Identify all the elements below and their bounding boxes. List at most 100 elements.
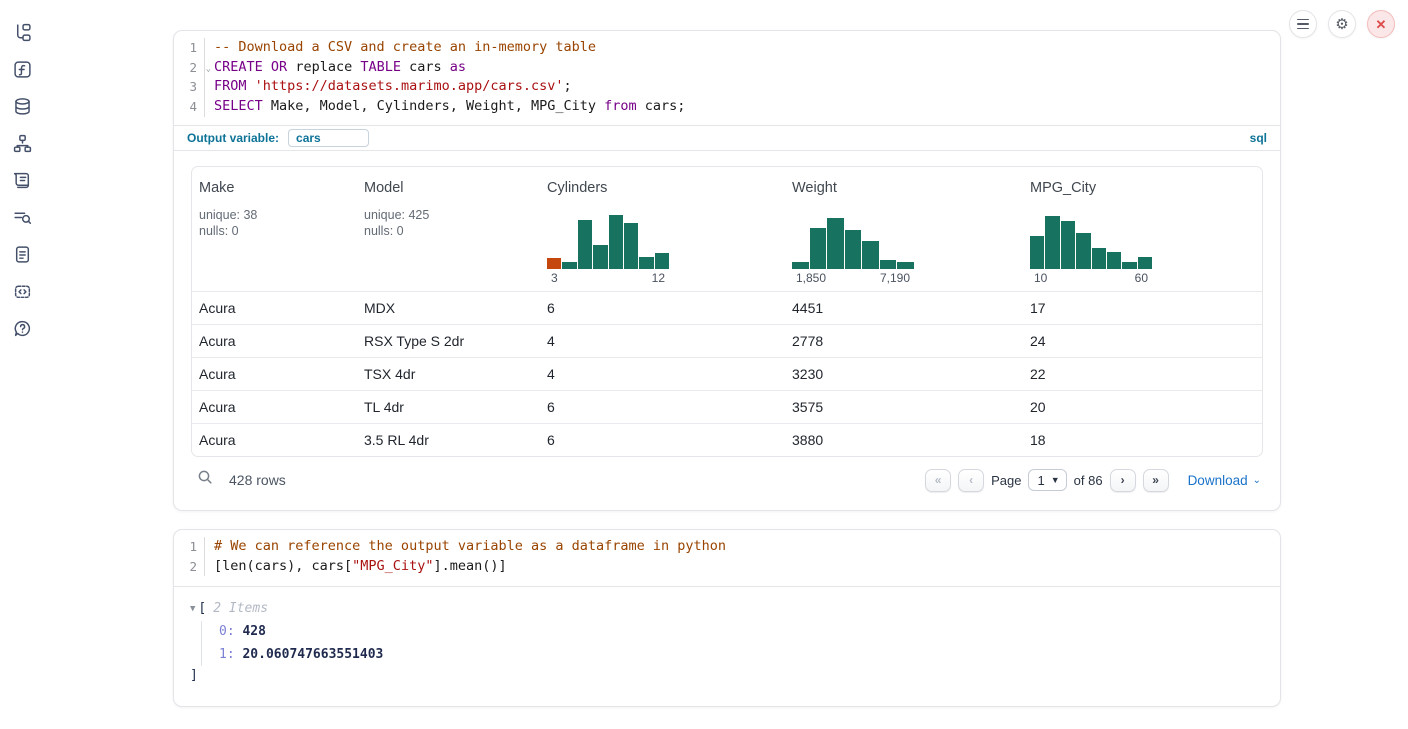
- table-body: AcuraMDX6445117AcuraRSX Type S 2dr427782…: [192, 291, 1262, 456]
- language-badge: sql: [1250, 131, 1267, 145]
- snippets-icon[interactable]: [12, 281, 32, 301]
- collapse-chevron-icon[interactable]: ▼: [190, 604, 195, 614]
- page-select-value: 1: [1037, 473, 1044, 488]
- column-header[interactable]: Makeunique: 38nulls: 0: [192, 178, 357, 291]
- fold-chevron-icon[interactable]: ⌄: [206, 60, 211, 80]
- search-icon[interactable]: [197, 469, 214, 491]
- table-cell: 20: [1023, 399, 1262, 415]
- menu-button[interactable]: [1289, 10, 1317, 38]
- code-line: 2[len(cars), cars["MPG_City"].mean()]: [174, 557, 1280, 577]
- function-icon[interactable]: [12, 59, 32, 79]
- tree-entry-key: 1: [219, 647, 227, 662]
- database-icon[interactable]: [12, 96, 32, 116]
- table-cell: 24: [1023, 333, 1262, 349]
- histogram-axis-labels: 1060: [1030, 269, 1152, 291]
- dependency-graph-icon[interactable]: [12, 133, 32, 153]
- table-cell: 17: [1023, 300, 1262, 316]
- chevron-down-icon: ▼: [1051, 475, 1060, 485]
- column-histogram[interactable]: 312: [547, 215, 669, 291]
- column-header[interactable]: Weight1,8507,190: [785, 178, 1023, 291]
- shutdown-button[interactable]: ✕: [1367, 10, 1395, 38]
- table-cell: Acura: [192, 366, 357, 382]
- token-plain: cars: [401, 59, 450, 75]
- download-button[interactable]: Download ⌄: [1188, 473, 1261, 488]
- data-table: Makeunique: 38nulls: 0Modelunique: 425nu…: [191, 166, 1263, 457]
- column-histogram[interactable]: 1060: [1030, 215, 1152, 291]
- python-code-editor[interactable]: 1# We can reference the output variable …: [174, 530, 1280, 587]
- histogram-bar: [655, 253, 669, 269]
- sql-code-editor[interactable]: 1 -- Download a CSV and create an in-memo…: [174, 31, 1280, 125]
- table-row[interactable]: AcuraTSX 4dr4323022: [192, 357, 1262, 390]
- tree-items-count: 2 Items: [213, 601, 268, 616]
- file-tree-icon[interactable]: [12, 22, 32, 42]
- column-header[interactable]: MPG_City 1060: [1023, 178, 1262, 291]
- tree-children: 0: 4281: 20.060747663551403: [201, 621, 1263, 666]
- output-variable-input[interactable]: [288, 129, 369, 147]
- documentation-icon[interactable]: [12, 244, 32, 264]
- table-cell: Acura: [192, 432, 357, 448]
- histogram-bars: [547, 215, 669, 269]
- line-number: 4: [174, 97, 205, 117]
- histogram-bar: [792, 262, 809, 269]
- token-plain: [263, 59, 271, 75]
- table-row[interactable]: AcuraMDX6445117: [192, 291, 1262, 324]
- code-text: [len(cars), cars["MPG_City"].mean()]: [205, 557, 507, 577]
- line-number: 2⌄: [174, 58, 205, 78]
- last-page-button[interactable]: »: [1143, 469, 1169, 492]
- column-header[interactable]: Modelunique: 425nulls: 0: [357, 178, 540, 291]
- table-row[interactable]: AcuraTL 4dr6357520: [192, 390, 1262, 423]
- left-sidebar: [0, 0, 44, 729]
- help-icon[interactable]: [12, 318, 32, 338]
- column-name: Make: [199, 178, 357, 196]
- tree-entry-colon: :: [227, 647, 243, 662]
- histogram-bar: [1122, 262, 1136, 269]
- column-name: MPG_City: [1030, 178, 1262, 196]
- tree-entry: 0: 428: [219, 621, 1263, 644]
- code-line: 4SELECT Make, Model, Cylinders, Weight, …: [174, 97, 1280, 117]
- stat-line: unique: 425: [364, 207, 540, 224]
- sql-cell: 1 -- Download a CSV and create an in-memo…: [173, 30, 1281, 511]
- token-plain: cars;: [637, 98, 686, 114]
- histogram-bar: [897, 262, 914, 269]
- code-line: 2⌄CREATE OR replace TABLE cars as: [174, 58, 1280, 78]
- table-cell: 6: [540, 300, 785, 316]
- code-line: 3FROM 'https://datasets.marimo.app/cars.…: [174, 77, 1280, 97]
- tree-entry-value: 20.060747663551403: [242, 647, 383, 662]
- first-page-button[interactable]: «: [925, 469, 951, 492]
- column-header[interactable]: Cylinders312: [540, 178, 785, 291]
- table-row[interactable]: AcuraRSX Type S 2dr4277824: [192, 324, 1262, 357]
- table-row[interactable]: Acura3.5 RL 4dr6388018: [192, 423, 1262, 456]
- column-histogram[interactable]: 1,8507,190: [792, 215, 914, 291]
- table-cell: 3575: [785, 399, 1023, 415]
- table-cell: Acura: [192, 333, 357, 349]
- table-cell: 6: [540, 432, 785, 448]
- code-line: 1# We can reference the output variable …: [174, 537, 1280, 557]
- histogram-bar: [845, 230, 862, 269]
- page-select[interactable]: 1 ▼: [1028, 469, 1066, 491]
- histogram-bar: [547, 258, 561, 269]
- code-line: 1 -- Download a CSV and create an in-memo…: [174, 38, 1280, 58]
- logs-search-icon[interactable]: [12, 207, 32, 227]
- line-number: 1: [174, 38, 205, 58]
- tree-close-bracket: ]: [190, 666, 1263, 686]
- tree-entry-colon: :: [227, 624, 243, 639]
- notebook: 1 -- Download a CSV and create an in-memo…: [173, 0, 1281, 707]
- page-label: Page: [991, 473, 1021, 488]
- histogram-bar: [880, 260, 897, 269]
- token-comment: -- Download a CSV and create an in-memor…: [214, 39, 596, 55]
- table-cell: 3230: [785, 366, 1023, 382]
- tree-entry: 1: 20.060747663551403: [219, 644, 1263, 667]
- next-page-button[interactable]: ›: [1110, 469, 1136, 492]
- token-str: 'https://datasets.marimo.app/cars.csv': [255, 78, 564, 94]
- output-variable-bar: Output variable: sql: [174, 125, 1280, 151]
- table-cell: 2778: [785, 333, 1023, 349]
- prev-page-button[interactable]: ‹: [958, 469, 984, 492]
- stat-line: nulls: 0: [199, 223, 357, 240]
- table-footer: 428 rows « ‹ Page 1 ▼ of 86 › » Download…: [191, 457, 1263, 498]
- histogram-bars: [1030, 215, 1152, 269]
- table-cell: Acura: [192, 300, 357, 316]
- token-kw: OR: [271, 59, 287, 75]
- scratchpad-icon[interactable]: [12, 170, 32, 190]
- token-plain: [len(cars), cars[: [214, 558, 352, 574]
- settings-button[interactable]: ⚙: [1328, 10, 1356, 38]
